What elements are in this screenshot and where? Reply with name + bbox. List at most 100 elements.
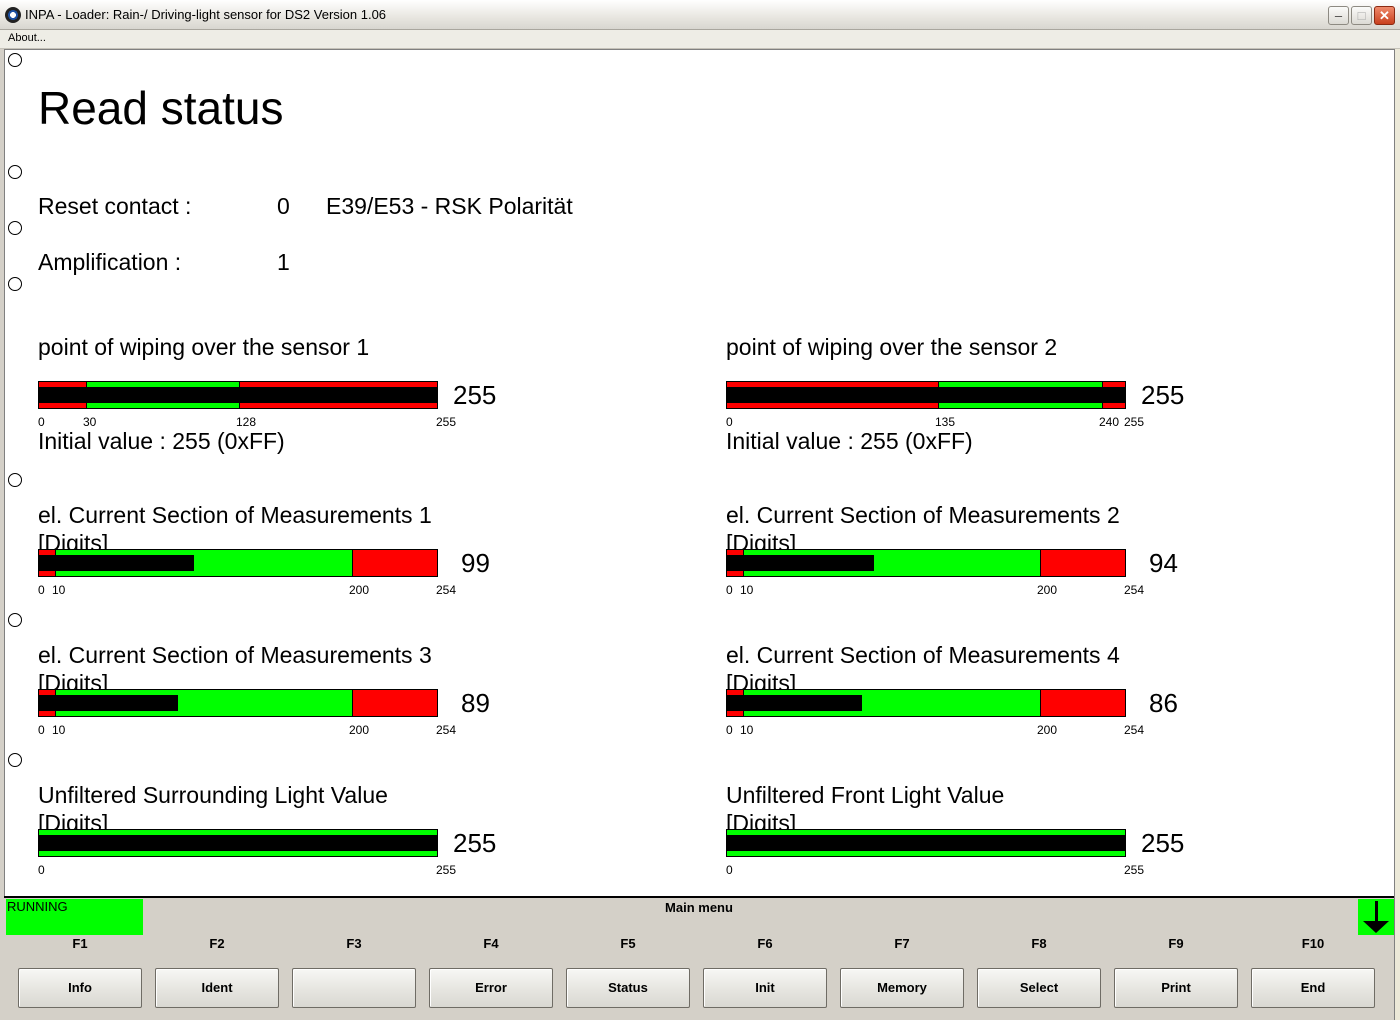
gauge-tick-label: 10 [740, 723, 754, 737]
gauge-tick-label: 10 [52, 723, 66, 737]
gauge-fill [39, 835, 437, 851]
function-key-label: F4 [483, 936, 499, 951]
gauge-zone [352, 550, 437, 576]
gauge-tick-label: 254 [436, 583, 457, 597]
function-button-print[interactable]: Print [1114, 968, 1238, 1008]
title-bar: INPA - Loader: Rain-/ Driving-light sens… [0, 0, 1400, 30]
function-button-ident[interactable]: Ident [155, 968, 279, 1008]
gauge-tick-label: 254 [1124, 723, 1145, 737]
gauge-zone [352, 690, 437, 716]
running-indicator: RUNNING [6, 899, 143, 935]
gauge-fill [39, 387, 437, 403]
gauge-value: 89 [461, 688, 490, 718]
gauge-tick-label: 0 [726, 415, 733, 429]
gauge-note: Initial value : 255 (0xFF) [726, 428, 973, 454]
function-button-status[interactable]: Status [566, 968, 690, 1008]
gauge-value: 99 [461, 548, 490, 578]
amplification-value: 1 [277, 249, 290, 275]
gauge-zone [1040, 690, 1125, 716]
gauge-fill [727, 555, 874, 571]
gauge-tick-label: 0 [38, 863, 45, 877]
function-key-label: F6 [757, 936, 773, 951]
function-key-label: F7 [894, 936, 910, 951]
minimize-button[interactable]: – [1328, 6, 1349, 25]
gauge-bar [726, 549, 1126, 577]
function-button-memory[interactable]: Memory [840, 968, 964, 1008]
function-key-label: F10 [1301, 936, 1325, 951]
gauge-tick-label: 10 [52, 583, 66, 597]
function-button-init[interactable]: Init [703, 968, 827, 1008]
gauge-tick-label: 0 [38, 415, 45, 429]
gauge-bar [38, 381, 438, 409]
function-key-label: F2 [209, 936, 225, 951]
function-button-select[interactable]: Select [977, 968, 1101, 1008]
function-button-error[interactable]: Error [429, 968, 553, 1008]
gauge-bar [726, 689, 1126, 717]
radio-button[interactable] [8, 277, 22, 291]
gauge-divider [1040, 690, 1041, 716]
gauge-tick-label: 128 [236, 415, 257, 429]
gauge-zone [1040, 550, 1125, 576]
radio-button[interactable] [8, 221, 22, 235]
window-border [1394, 49, 1400, 1020]
menu-title: Main menu [665, 900, 733, 915]
maximize-button[interactable]: □ [1351, 6, 1372, 25]
gauge-fill [39, 695, 178, 711]
gauge-tick-label: 255 [1124, 415, 1145, 429]
gauge-note: Initial value : 255 (0xFF) [38, 428, 285, 454]
gauge-value: 255 [453, 828, 497, 858]
main-panel: Read status Reset contact : 0 E39/E53 - … [4, 49, 1394, 896]
gauge-tick-label: 255 [436, 863, 457, 877]
gauge-value: 255 [1141, 380, 1185, 410]
function-key-label: F3 [346, 936, 362, 951]
gauge-divider [352, 550, 353, 576]
gauge-tick-label: 240 [1099, 415, 1120, 429]
close-button[interactable]: ✕ [1374, 6, 1395, 25]
gauge-tick-label: 0 [38, 723, 45, 737]
gauge-tick-label: 255 [1124, 863, 1145, 877]
inpa-window: INPA - Loader: Rain-/ Driving-light sens… [0, 0, 1400, 1020]
gauge-bar [38, 689, 438, 717]
gauge-value: 94 [1149, 548, 1178, 578]
gauge-bar [726, 381, 1126, 409]
gauge-tick-label: 0 [726, 723, 733, 737]
function-button-end[interactable]: End [1251, 968, 1375, 1008]
gauge-tick-label: 10 [740, 583, 754, 597]
gauge-tick-label: 200 [1037, 723, 1058, 737]
function-button-empty[interactable] [292, 968, 416, 1008]
function-button-info[interactable]: Info [18, 968, 142, 1008]
radio-button[interactable] [8, 53, 22, 67]
gauge-title: point of wiping over the sensor 2 [726, 334, 1058, 360]
gauge-bar [38, 549, 438, 577]
radio-button[interactable] [8, 613, 22, 627]
gauge-tick-label: 255 [436, 415, 457, 429]
function-key-label: F5 [620, 936, 636, 951]
function-key-label: F1 [72, 936, 88, 951]
gauge-tick-label: 135 [935, 415, 956, 429]
function-bar: RUNNING Main menu F1 Info F2 Ident F3 F4 Error… [4, 896, 1394, 1020]
gauge-tick-label: 0 [38, 583, 45, 597]
radio-button[interactable] [8, 165, 22, 179]
gauge-bar [38, 829, 438, 857]
function-key-label: F8 [1031, 936, 1047, 951]
gauge-divider [352, 690, 353, 716]
radio-button[interactable] [8, 753, 22, 767]
gauge-tick-label: 0 [726, 583, 733, 597]
gauge-tick-label: 30 [83, 415, 97, 429]
gauge-bar [726, 829, 1126, 857]
bmw-logo-icon [5, 7, 21, 23]
function-key-label: F9 [1168, 936, 1184, 951]
gauge-fill [727, 387, 1125, 403]
reset-contact-note: E39/E53 - RSK Polarität [326, 193, 573, 219]
menu-bar: About... [0, 30, 1400, 49]
radio-button[interactable] [8, 473, 22, 487]
arrow-down-icon[interactable] [1358, 899, 1394, 935]
gauge-title: point of wiping over the sensor 1 [38, 334, 370, 360]
gauge-fill [727, 835, 1125, 851]
gauge-value: 255 [453, 380, 497, 410]
window-title: INPA - Loader: Rain-/ Driving-light sens… [25, 7, 387, 22]
menu-about[interactable]: About... [8, 32, 46, 44]
gauge-divider [1040, 550, 1041, 576]
page-title: Read status [38, 82, 284, 134]
gauge-tick-label: 254 [436, 723, 457, 737]
